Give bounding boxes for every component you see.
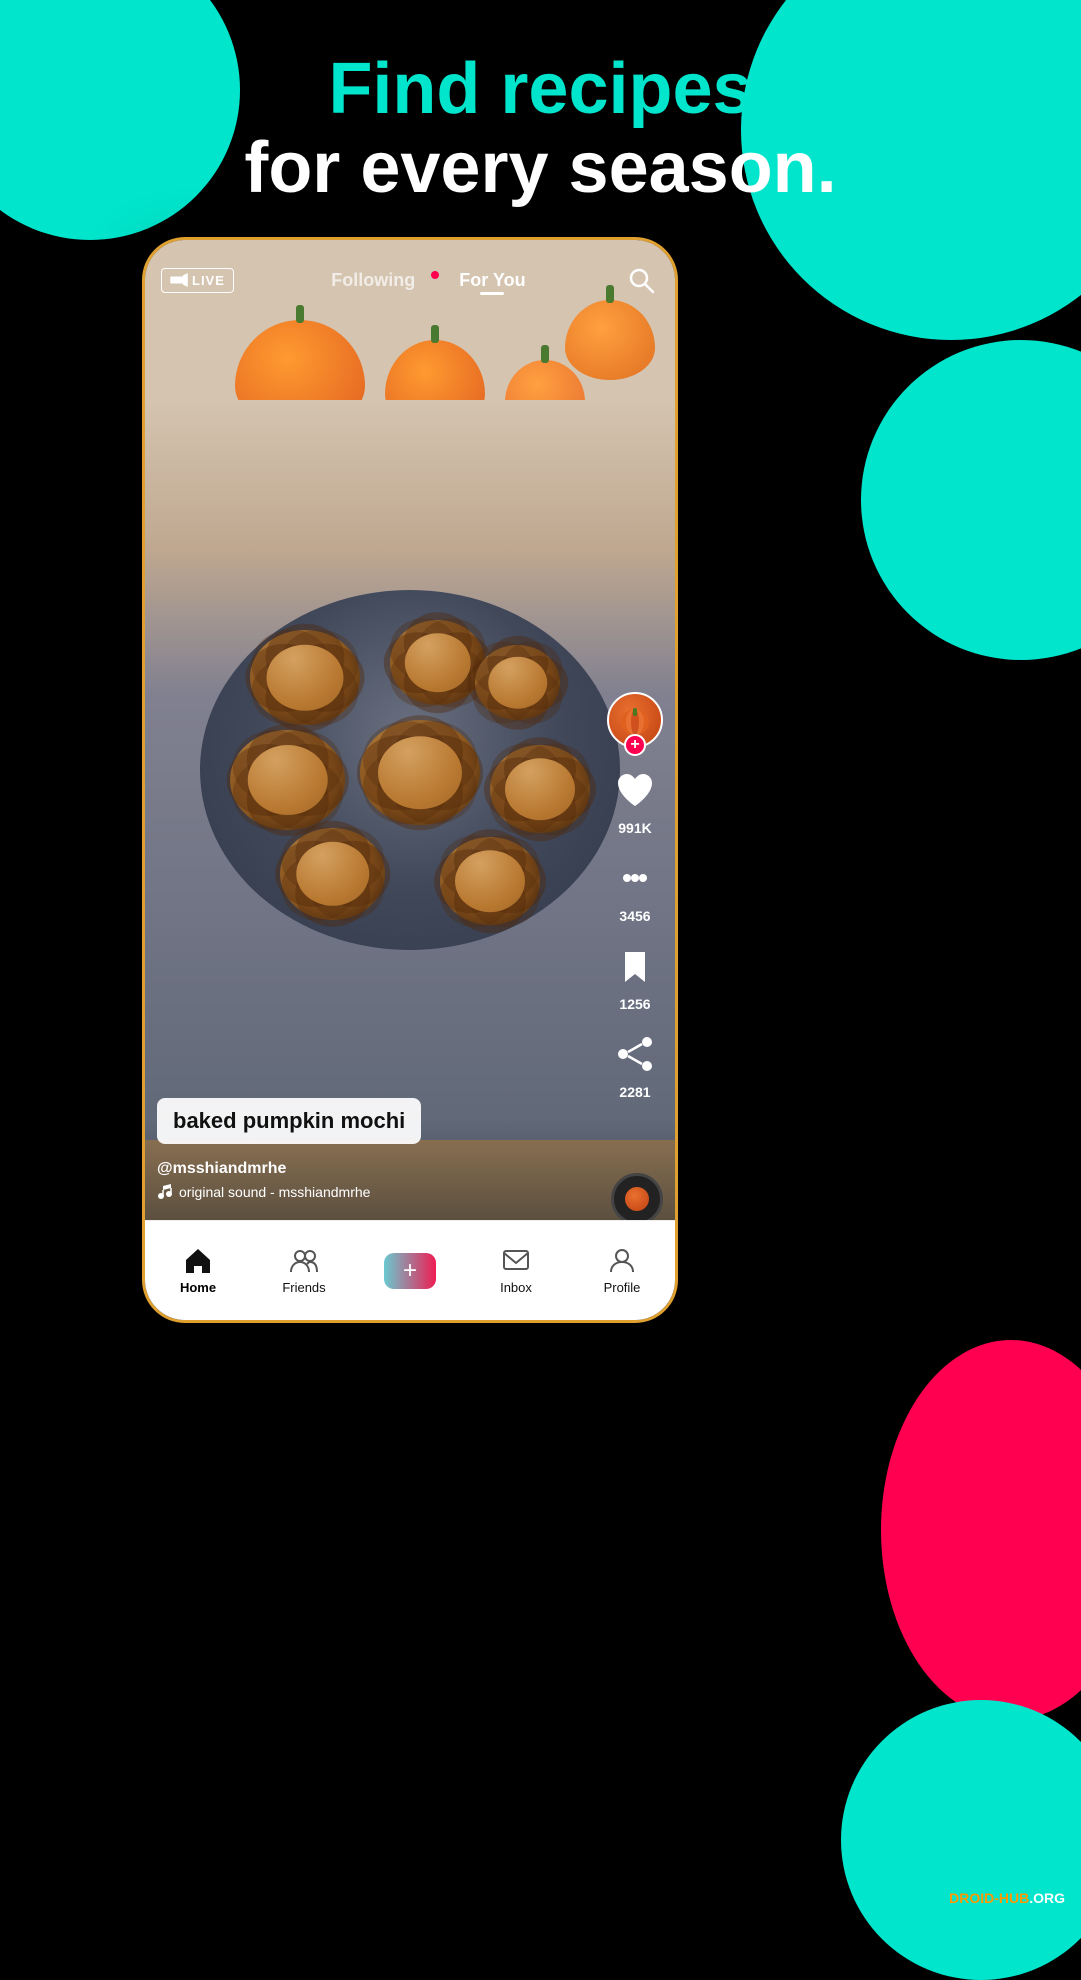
music-note-icon <box>157 1184 173 1200</box>
nav-item-inbox[interactable]: Inbox <box>463 1246 569 1295</box>
bookmark-count: 1256 <box>619 996 650 1012</box>
bg-decoration-teal-bottom-right <box>841 1700 1081 1980</box>
watermark: DROID-HUB.ORG <box>949 1890 1065 1906</box>
live-icon <box>170 273 188 287</box>
watermark-hub: .ORG <box>1029 1890 1065 1906</box>
action-buttons: + 991K 3 <box>607 692 663 1100</box>
bookmark-action[interactable]: 1256 <box>609 940 661 1012</box>
record-disc <box>611 1173 663 1225</box>
home-icon <box>183 1246 213 1276</box>
mochi-2 <box>390 620 485 705</box>
nav-tabs: Following For You <box>331 270 525 291</box>
create-button[interactable]: + <box>384 1253 436 1289</box>
nav-item-home[interactable]: Home <box>145 1246 251 1295</box>
follow-plus-button[interactable]: + <box>624 734 646 756</box>
watermark-droid: DROID-HUB <box>949 1890 1029 1906</box>
nav-profile-label: Profile <box>604 1280 641 1295</box>
like-count: 991K <box>618 820 651 836</box>
phone-content: LIVE Following For You <box>145 240 675 1320</box>
nav-item-profile[interactable]: Profile <box>569 1246 675 1295</box>
comment-button[interactable] <box>609 852 661 904</box>
heart-icon <box>613 768 657 812</box>
search-icon <box>627 266 655 294</box>
share-count: 2281 <box>619 1084 650 1100</box>
nav-item-friends[interactable]: Friends <box>251 1246 357 1295</box>
tab-for-you[interactable]: For You <box>459 270 525 291</box>
nav-friends-label: Friends <box>282 1280 325 1295</box>
comment-count: 3456 <box>619 908 650 924</box>
nav-item-create[interactable]: + <box>357 1253 463 1289</box>
phone-frame: LIVE Following For You <box>145 240 675 1320</box>
plate-area <box>145 400 675 1140</box>
inbox-icon <box>501 1246 531 1276</box>
bookmark-button[interactable] <box>609 940 661 992</box>
spinning-record[interactable] <box>611 1173 663 1225</box>
bookmark-icon <box>613 944 657 988</box>
friends-icon <box>289 1246 319 1276</box>
like-action[interactable]: 991K <box>609 764 661 836</box>
nav-home-label: Home <box>180 1280 216 1295</box>
live-label: LIVE <box>192 273 225 288</box>
tiktok-header-bar: LIVE Following For You <box>145 240 675 320</box>
share-action[interactable]: 2281 <box>609 1028 661 1100</box>
mochi-8 <box>440 837 540 925</box>
avatar-container[interactable]: + <box>607 692 663 748</box>
sound-text: original sound - msshiandmrhe <box>179 1184 370 1200</box>
comment-icon <box>613 856 657 900</box>
header-title-line2: for every season. <box>0 129 1081 208</box>
mochi-plate <box>200 590 620 950</box>
record-label <box>625 1187 649 1211</box>
caption-area: baked pumpkin mochi @msshiandmrhe origin… <box>157 1098 595 1200</box>
sound-line[interactable]: original sound - msshiandmrhe <box>157 1184 595 1200</box>
caption-text: baked pumpkin mochi <box>173 1108 405 1133</box>
username[interactable]: @msshiandmrhe <box>157 1160 595 1178</box>
nav-inbox-label: Inbox <box>500 1280 532 1295</box>
bg-decoration-pink-bottom-right <box>881 1340 1081 1720</box>
header-section: Find recipes for every season. <box>0 50 1081 208</box>
mochi-6 <box>490 745 590 833</box>
comment-action[interactable]: 3456 <box>609 852 661 924</box>
bg-decoration-teal-mid-right <box>861 340 1081 660</box>
mochi-3 <box>475 645 560 720</box>
mochi-7 <box>280 828 385 920</box>
caption-box: baked pumpkin mochi <box>157 1098 421 1144</box>
tab-following[interactable]: Following <box>331 270 415 291</box>
notification-dot <box>431 271 439 279</box>
bottom-navigation: Home Friends + <box>145 1220 675 1320</box>
mochi-1 <box>250 630 360 725</box>
mochi-4 <box>230 730 345 830</box>
share-icon <box>613 1032 657 1076</box>
mochi-5 <box>360 720 480 825</box>
share-button[interactable] <box>609 1028 661 1080</box>
like-button[interactable] <box>609 764 661 816</box>
profile-icon <box>607 1246 637 1276</box>
header-title-line1: Find recipes <box>0 50 1081 129</box>
search-button[interactable] <box>623 262 659 298</box>
live-badge[interactable]: LIVE <box>161 268 234 293</box>
